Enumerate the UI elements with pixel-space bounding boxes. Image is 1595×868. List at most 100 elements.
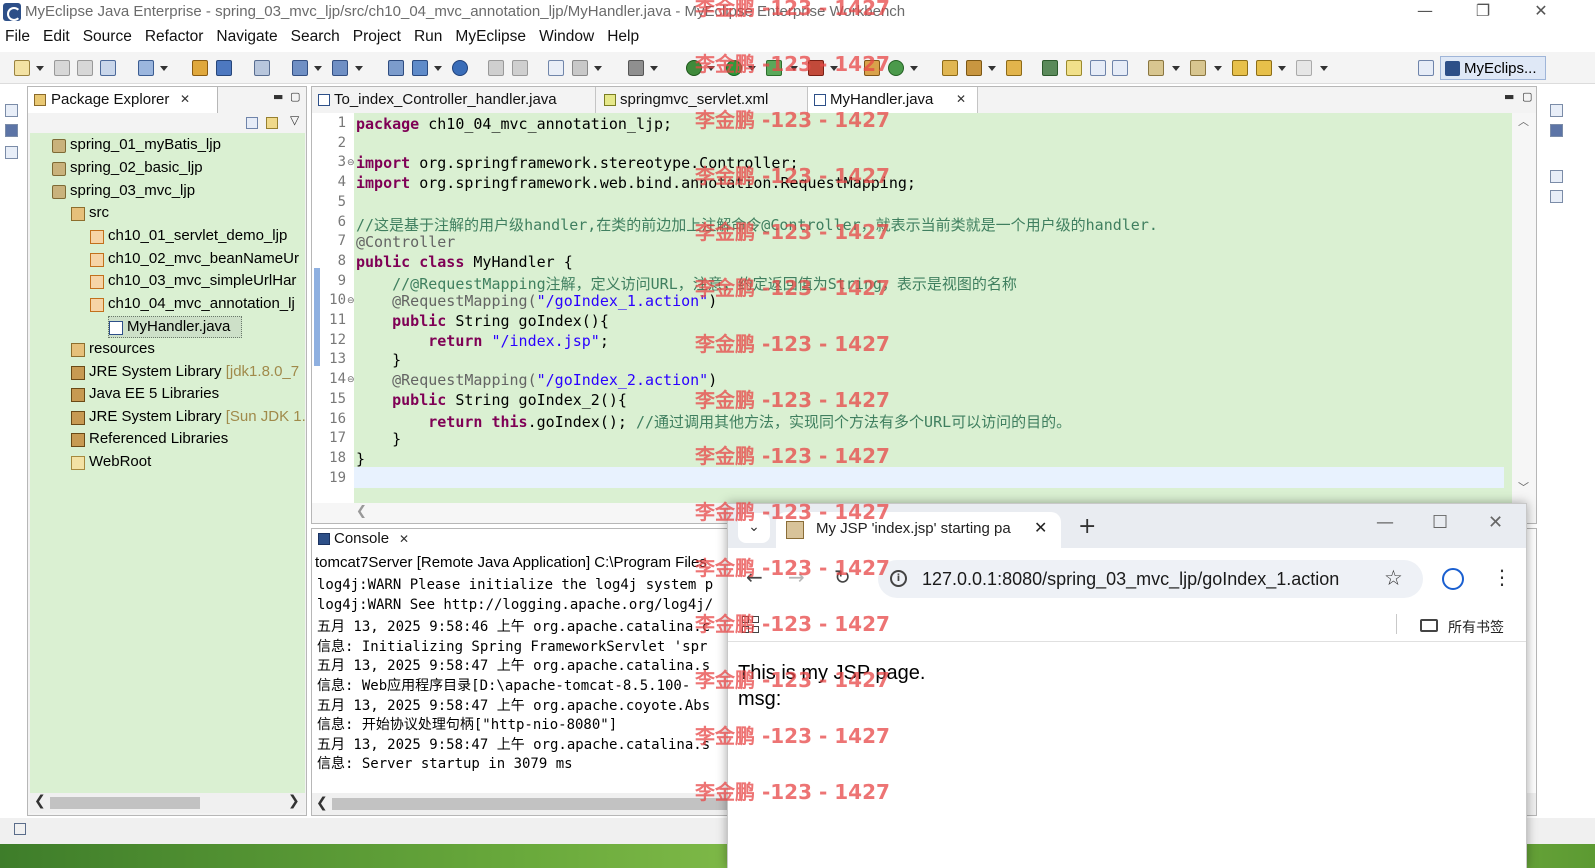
scroll-left-icon[interactable]: ❮ xyxy=(316,795,328,811)
new-dropdown-icon[interactable] xyxy=(36,66,44,71)
browser-icon[interactable] xyxy=(452,60,468,76)
print-icon[interactable] xyxy=(100,60,116,76)
new-server-icon[interactable] xyxy=(864,60,880,76)
collapse-all-icon[interactable] xyxy=(246,117,258,129)
open-project-icon[interactable] xyxy=(1006,60,1022,76)
minimize-editor-icon[interactable]: ▬ xyxy=(1504,90,1514,103)
tab-search-icon[interactable]: ⌄ xyxy=(738,513,770,543)
new-class-icon[interactable] xyxy=(548,60,564,76)
refresh-icon[interactable] xyxy=(888,60,904,76)
generate-icon[interactable] xyxy=(412,60,428,76)
menu-project[interactable]: Project xyxy=(348,25,409,46)
forward-history-icon[interactable] xyxy=(512,60,528,76)
database-icon[interactable] xyxy=(254,60,270,76)
url-text[interactable]: 127.0.0.1:8080/spring_03_mvc_ljp/goIndex… xyxy=(922,569,1339,590)
back-icon[interactable] xyxy=(1256,60,1272,76)
web-service-dropdown-icon[interactable] xyxy=(355,66,363,71)
maximize-view-icon[interactable]: ▢ xyxy=(290,90,300,103)
package-explorer-tab[interactable]: Package Explorer ✕ xyxy=(28,87,218,113)
fold-toggle-icon[interactable]: ⊖ xyxy=(347,296,355,306)
open-folder-icon[interactable] xyxy=(942,60,958,76)
console-tab[interactable]: Console ✕ xyxy=(312,529,416,551)
folder-icon[interactable] xyxy=(1420,619,1438,632)
forward-dropdown-icon[interactable] xyxy=(1320,66,1328,71)
open-type-dropdown-icon[interactable] xyxy=(314,66,322,71)
browser-tab[interactable]: My JSP 'index.jsp' starting pa ✕ xyxy=(776,512,1061,548)
run-icon[interactable] xyxy=(726,60,742,76)
debug-icon[interactable] xyxy=(686,60,702,76)
scroll-right-icon[interactable]: ❯ xyxy=(288,793,300,809)
coverage-dropdown-icon[interactable] xyxy=(790,66,798,71)
external-run-dropdown-icon[interactable] xyxy=(830,66,838,71)
camera-icon[interactable] xyxy=(628,60,644,76)
new-icon[interactable] xyxy=(14,60,30,76)
save-icon[interactable] xyxy=(54,60,70,76)
scroll-down-icon[interactable]: ﹀ xyxy=(1518,479,1529,495)
task-dropdown-icon[interactable] xyxy=(988,66,996,71)
search-tool-icon[interactable] xyxy=(572,60,588,76)
menu-refactor[interactable]: Refactor xyxy=(140,25,212,46)
next-annotation-dropdown-icon[interactable] xyxy=(1172,66,1180,71)
web-service-icon[interactable] xyxy=(332,60,348,76)
open-perspective-icon[interactable] xyxy=(1418,60,1434,76)
apps-grid-icon[interactable] xyxy=(742,616,760,634)
menu-navigate[interactable]: Navigate xyxy=(211,25,285,46)
address-bar[interactable]: i 127.0.0.1:8080/spring_03_mvc_ljp/goInd… xyxy=(878,560,1423,598)
menu-window[interactable]: Window xyxy=(534,25,602,46)
scroll-left-icon[interactable]: ❮ xyxy=(34,793,46,809)
restore-view-icon[interactable] xyxy=(5,104,18,117)
menu-run[interactable]: Run xyxy=(409,25,450,46)
next-annotation-icon[interactable] xyxy=(1148,60,1164,76)
restore-view-icon[interactable] xyxy=(1550,104,1563,117)
scrollbar-thumb[interactable] xyxy=(332,798,732,810)
scroll-left-icon[interactable]: ❮ xyxy=(356,504,367,519)
myeclipse-perspective-button[interactable]: MyEclips... xyxy=(1440,56,1546,80)
menu-edit[interactable]: Edit xyxy=(38,25,78,46)
deploy-icon[interactable] xyxy=(138,60,154,76)
link-with-editor-icon[interactable] xyxy=(266,117,278,129)
editor-vertical-scrollbar[interactable]: ︿ ﹀ xyxy=(1512,113,1536,503)
search-tool-dropdown-icon[interactable] xyxy=(594,66,602,71)
site-info-icon[interactable]: i xyxy=(890,570,907,587)
package-icon[interactable] xyxy=(216,60,232,76)
refresh-dropdown-icon[interactable] xyxy=(910,66,918,71)
browser-menu-icon[interactable]: ⋮ xyxy=(1492,565,1512,589)
new-tab-icon[interactable]: + xyxy=(1078,514,1096,539)
editor-tab-myhandler[interactable]: MyHandler.java ✕ xyxy=(808,87,978,113)
external-tools-icon[interactable] xyxy=(388,60,404,76)
menu-source[interactable]: Source xyxy=(78,25,140,46)
view-menu-icon[interactable]: ▽ xyxy=(290,113,299,127)
debug-dropdown-icon[interactable] xyxy=(707,66,715,71)
browser-close-icon[interactable]: ✕ xyxy=(1488,512,1503,533)
back-dropdown-icon[interactable] xyxy=(1278,66,1286,71)
forward-icon[interactable] xyxy=(1296,60,1312,76)
reload-icon[interactable]: ↻ xyxy=(834,565,851,589)
profile-icon[interactable] xyxy=(1442,568,1464,590)
menu-search[interactable]: Search xyxy=(286,25,348,46)
block-selection-icon[interactable] xyxy=(1090,60,1106,76)
previous-annotation-icon[interactable] xyxy=(1190,60,1206,76)
editor-tab-to-index-controller[interactable]: To_index_Controller_handler.java xyxy=(312,87,596,113)
task-list-icon[interactable] xyxy=(1550,190,1563,203)
forward-arrow-icon[interactable]: → xyxy=(788,565,805,589)
back-arrow-icon[interactable]: ← xyxy=(746,565,763,589)
task-icon[interactable] xyxy=(966,60,982,76)
scrollbar-thumb[interactable] xyxy=(50,797,200,809)
minimize-button[interactable]: — xyxy=(1396,0,1454,24)
toggle-mark-icon[interactable] xyxy=(1042,60,1058,76)
previous-annotation-dropdown-icon[interactable] xyxy=(1214,66,1222,71)
close-icon[interactable]: ✕ xyxy=(399,532,409,546)
outline-view-icon[interactable] xyxy=(5,146,18,159)
generate-dropdown-icon[interactable] xyxy=(434,66,442,71)
highlight-icon[interactable] xyxy=(1066,60,1082,76)
fold-toggle-icon[interactable]: ⊖ xyxy=(347,158,355,168)
save-all-icon[interactable] xyxy=(77,60,93,76)
browser-minimize-icon[interactable]: — xyxy=(1376,512,1394,533)
minimize-view-icon[interactable]: ▬ xyxy=(273,90,283,103)
back-history-icon[interactable] xyxy=(488,60,504,76)
bookmark-star-icon[interactable]: ☆ xyxy=(1384,566,1403,590)
package-explorer-horizontal-scrollbar[interactable]: ❮ ❯ xyxy=(30,793,305,813)
last-edit-icon[interactable] xyxy=(1232,60,1248,76)
open-type-icon[interactable] xyxy=(292,60,308,76)
deploy-dropdown-icon[interactable] xyxy=(160,66,168,71)
